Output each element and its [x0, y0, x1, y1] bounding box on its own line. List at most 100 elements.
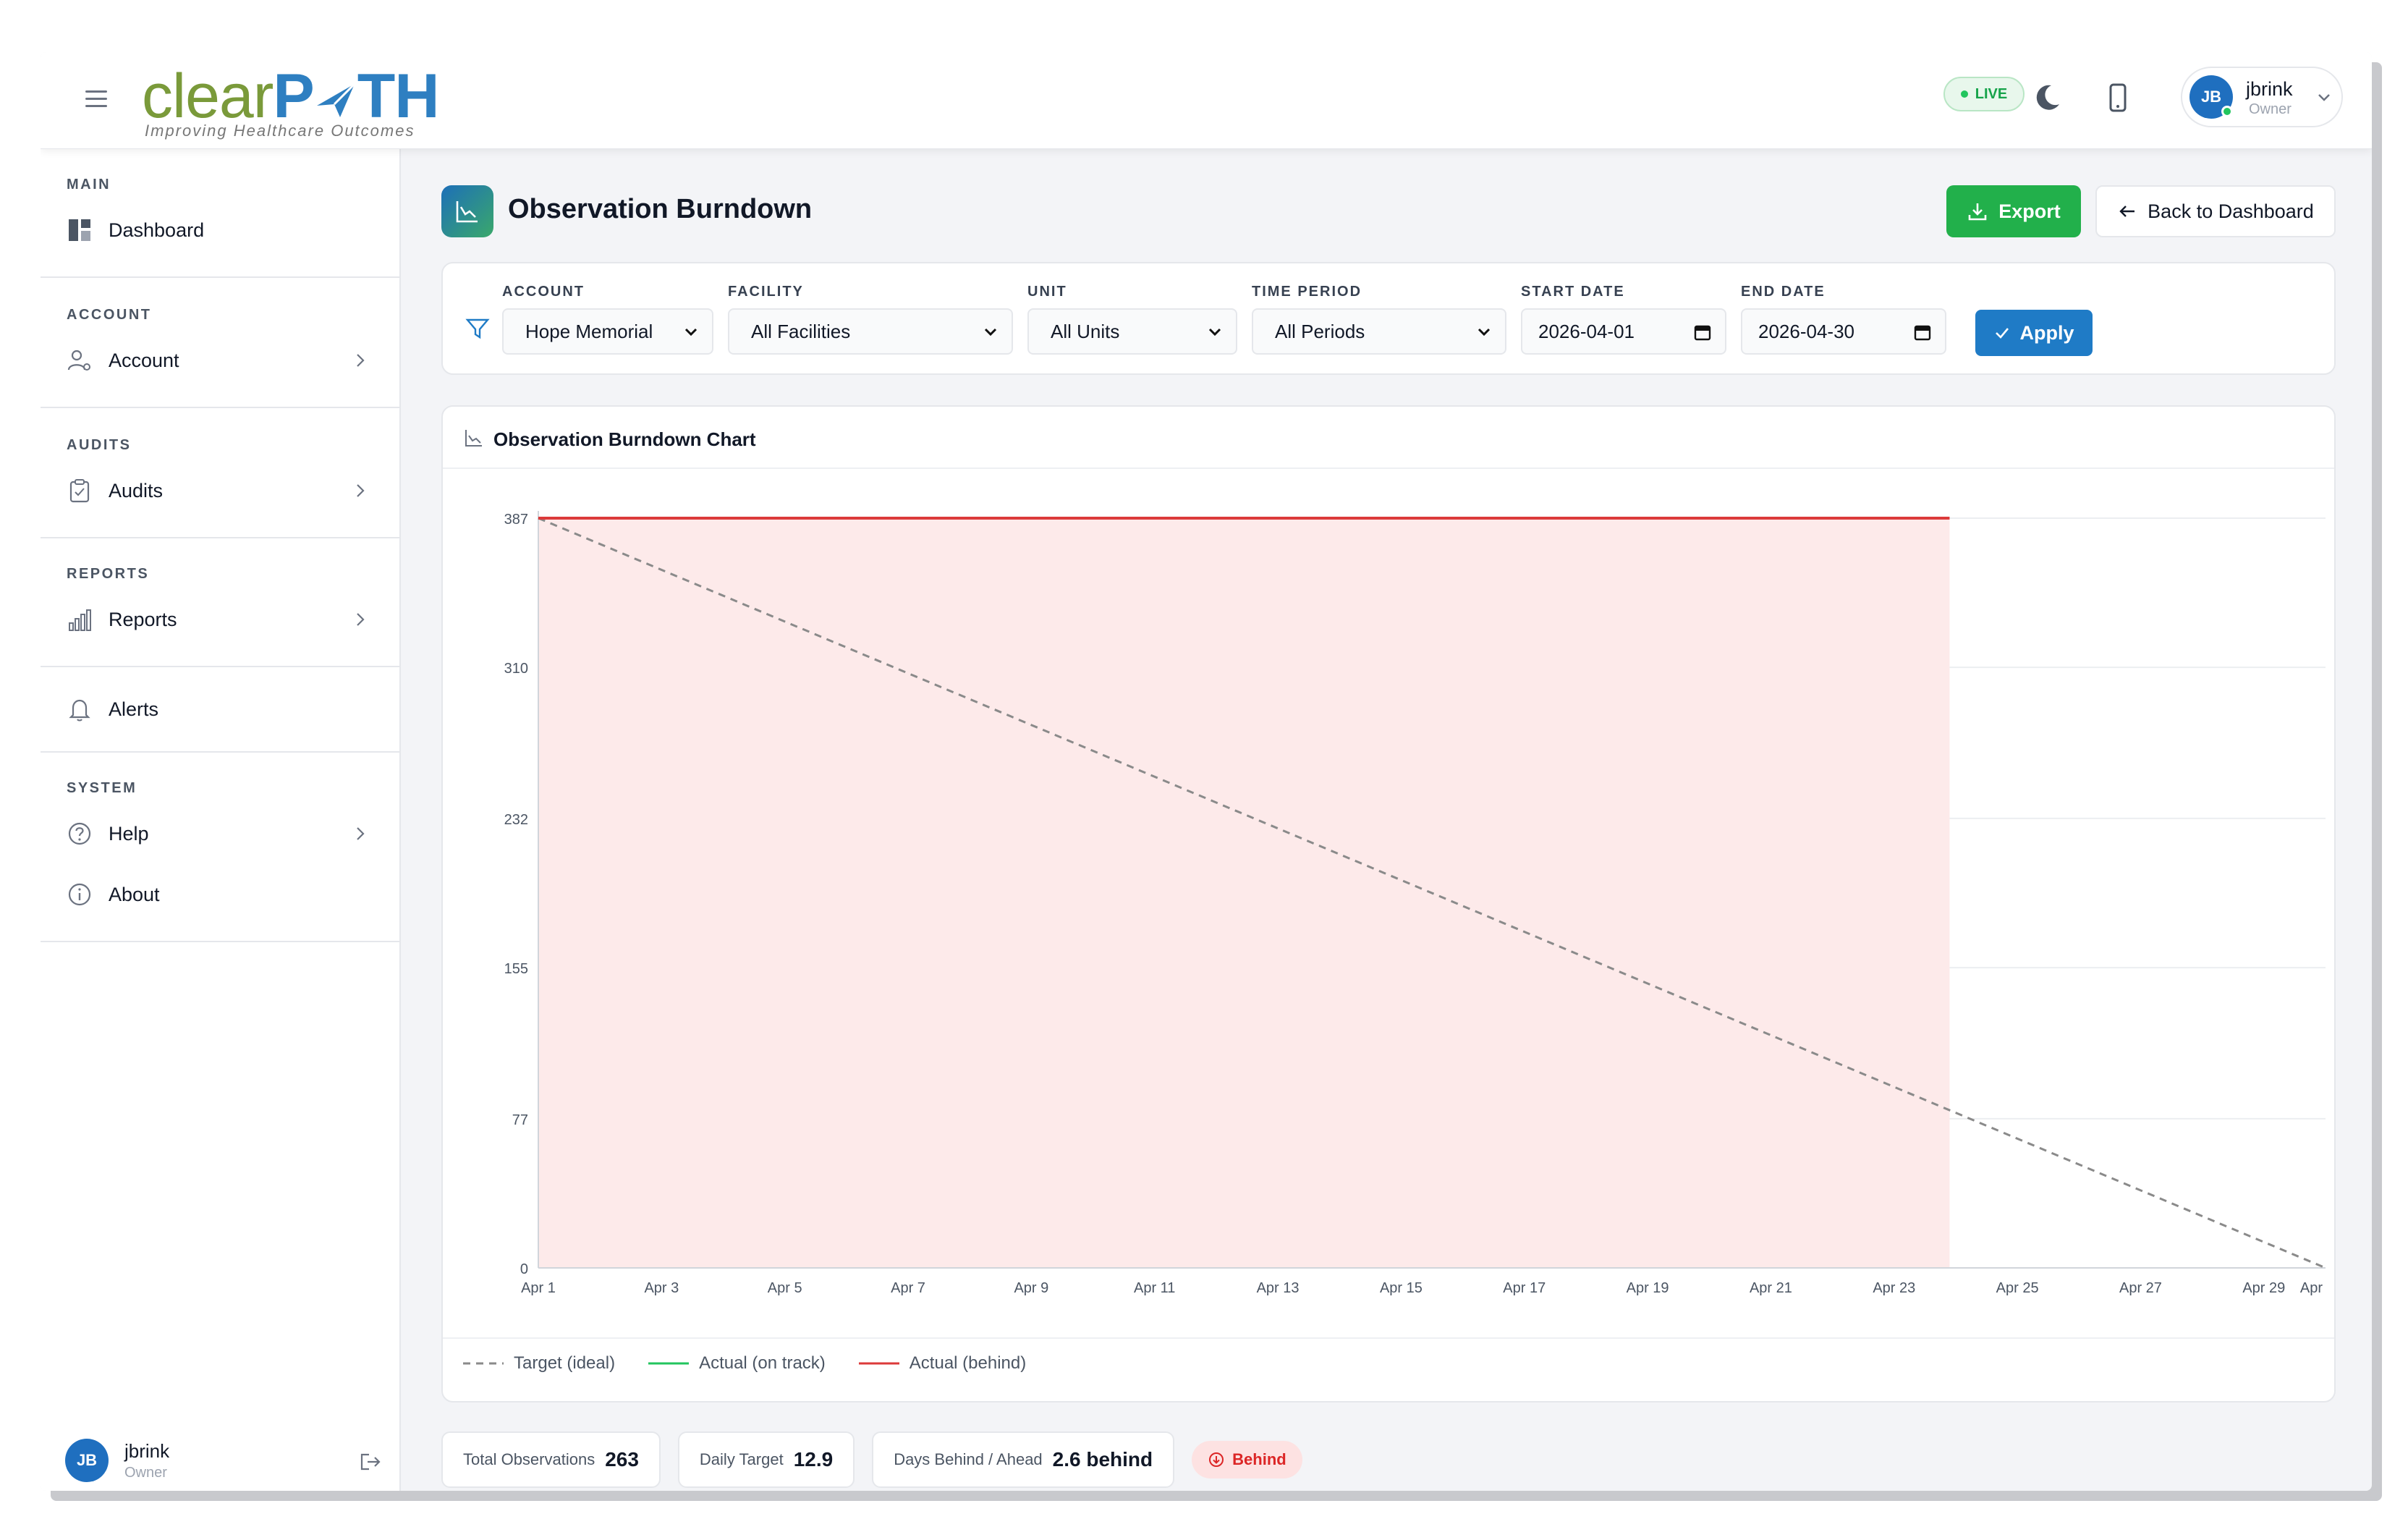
logo-tagline: Improving Healthcare Outcomes [145, 122, 415, 140]
burndown-chart: 0 77 155 232 310 387 Apr 1 Apr 3 Apr 5 Apr 7 Apr 9… [504, 511, 2326, 1296]
paper-plane-icon [316, 82, 355, 117]
calendar-icon[interactable] [1913, 323, 1932, 342]
chevron-right-icon [357, 827, 365, 840]
status-badge: Behind [1192, 1441, 1302, 1478]
y-tick-label: 232 [504, 812, 528, 828]
line-chart-icon [456, 201, 478, 223]
y-tick-label: 155 [504, 961, 528, 977]
end-date-input[interactable]: 2026-04-30 [1741, 308, 1946, 355]
sidebar-item-audits[interactable]: Audits [65, 469, 383, 512]
sidebar-section-main: MAIN Dashboard [41, 149, 399, 278]
x-tick-label: Apr 17 [1503, 1280, 1546, 1296]
line-chart-icon [465, 430, 482, 447]
clipboard-icon [65, 476, 94, 505]
filter-bar: ACCOUNT Hope Memorial FACILITY All Facil… [441, 262, 2336, 375]
unit-filter: UNIT All Units [1027, 284, 1237, 355]
arrow-down-circle-icon [1209, 1452, 1224, 1467]
page-title: Observation Burndown [508, 194, 813, 224]
end-date-filter: END DATE 2026-04-30 [1741, 284, 1946, 355]
chevron-right-icon [357, 484, 365, 497]
moon-icon [2036, 85, 2059, 110]
mobile-view-button[interactable] [2100, 80, 2136, 116]
back-to-dashboard-button[interactable]: Back to Dashboard [2095, 185, 2336, 237]
legend-item[interactable]: Actual (on track) [648, 1353, 826, 1374]
account-select[interactable]: Hope Memorial [502, 308, 713, 355]
help-circle-icon [65, 819, 94, 848]
chevron-down-icon [1208, 328, 1221, 337]
x-tick-label: Apr 25 [1996, 1280, 2039, 1296]
logo-text-p: P [273, 62, 314, 131]
x-tick-label: Apr 5 [768, 1280, 802, 1296]
arrow-left-icon [2119, 206, 2135, 217]
section-title: REPORTS [67, 566, 150, 582]
avatar: JB [65, 1439, 109, 1482]
sidebar-item-alerts[interactable]: Alerts [65, 688, 383, 731]
dark-mode-toggle[interactable] [2029, 80, 2065, 116]
x-tick-label: Apr 29 [2242, 1280, 2285, 1296]
unit-select[interactable]: All Units [1027, 308, 1237, 355]
chart-legend: Target (ideal) Actual (on track) Actual (b… [463, 1349, 1026, 1378]
legend-item[interactable]: Actual (behind) [858, 1353, 1026, 1374]
legend-item[interactable]: Target (ideal) [463, 1353, 615, 1374]
info-circle-icon [65, 880, 94, 909]
x-tick-label: Apr 21 [1750, 1280, 1792, 1296]
bell-icon [65, 695, 94, 724]
sidebar: MAIN Dashboard ACCOUNT Account AUDITS Au… [41, 149, 401, 1491]
logo-text-clear: clear [142, 62, 274, 131]
time-period-select[interactable]: All Periods [1252, 308, 1506, 355]
apply-button[interactable]: Apply [1975, 310, 2093, 356]
live-badge: LIVE [1943, 77, 2025, 111]
total-observations-stat: Total Observations 263 [441, 1431, 661, 1488]
x-tick-label: Apr [2300, 1280, 2323, 1296]
x-tick-label: Apr 27 [2119, 1280, 2162, 1296]
x-tick-label: Apr 13 [1257, 1280, 1300, 1296]
y-tick-label: 77 [512, 1112, 528, 1128]
x-tick-label: Apr 15 [1380, 1280, 1423, 1296]
account-filter: ACCOUNT Hope Memorial [502, 284, 713, 355]
logout-icon[interactable] [357, 1449, 383, 1475]
sidebar-item-dashboard[interactable]: Dashboard [65, 208, 383, 252]
x-tick-label: Apr 11 [1134, 1280, 1175, 1296]
sidebar-section-alerts: Alerts [41, 667, 399, 753]
export-button[interactable]: Export [1946, 185, 2081, 237]
start-date-input[interactable]: 2026-04-01 [1521, 308, 1726, 355]
download-icon [1968, 203, 1987, 221]
section-title: MAIN [67, 177, 111, 192]
online-status-icon [2221, 106, 2233, 117]
sidebar-item-reports[interactable]: Reports [65, 598, 383, 641]
y-tick-label: 0 [520, 1261, 528, 1277]
section-title: AUDITS [67, 437, 132, 453]
dashboard-icon [65, 216, 94, 245]
legend-swatch [463, 1362, 504, 1365]
sidebar-section-reports: REPORTS Reports [41, 538, 399, 667]
chart-card: Observation Burndown Chart 0 77 155 232 310 3… [441, 405, 2336, 1402]
sidebar-item-help[interactable]: Help [65, 812, 383, 855]
live-dot-icon [1960, 90, 1968, 98]
filter-icon [465, 318, 490, 339]
x-tick-label: Apr 9 [1014, 1280, 1048, 1296]
legend-swatch [858, 1362, 899, 1365]
user-gear-icon [65, 346, 94, 375]
logo[interactable]: clearP TH Improving Healthcare Outcomes [142, 61, 446, 140]
calendar-icon[interactable] [1693, 323, 1712, 342]
legend-label: Target (ideal) [514, 1353, 616, 1373]
sidebar-item-account[interactable]: Account [65, 339, 383, 382]
chevron-down-icon [684, 328, 698, 337]
sidebar-item-about[interactable]: About [65, 873, 383, 916]
menu-icon[interactable] [85, 85, 111, 111]
y-tick-label: 310 [504, 661, 528, 677]
check-icon [1996, 328, 2009, 339]
user-name: jbrink [2246, 78, 2293, 100]
page-icon [441, 185, 493, 237]
user-role: Owner [124, 1465, 167, 1481]
facility-select[interactable]: All Facilities [728, 308, 1013, 355]
legend-label: Actual (on track) [699, 1353, 826, 1373]
section-title: SYSTEM [67, 780, 137, 796]
stats-row: Total Observations 263 Daily Target 12.9 D… [441, 1431, 1302, 1488]
bar-chart-icon [65, 605, 94, 634]
chart-header: Observation Burndown Chart [443, 407, 2334, 469]
top-bar: clearP TH Improving Healthcare Outcomes L… [41, 52, 2372, 149]
legend-swatch [648, 1362, 690, 1365]
user-menu[interactable]: JB jbrink Owner [2181, 67, 2343, 127]
chevron-down-icon [984, 328, 997, 337]
